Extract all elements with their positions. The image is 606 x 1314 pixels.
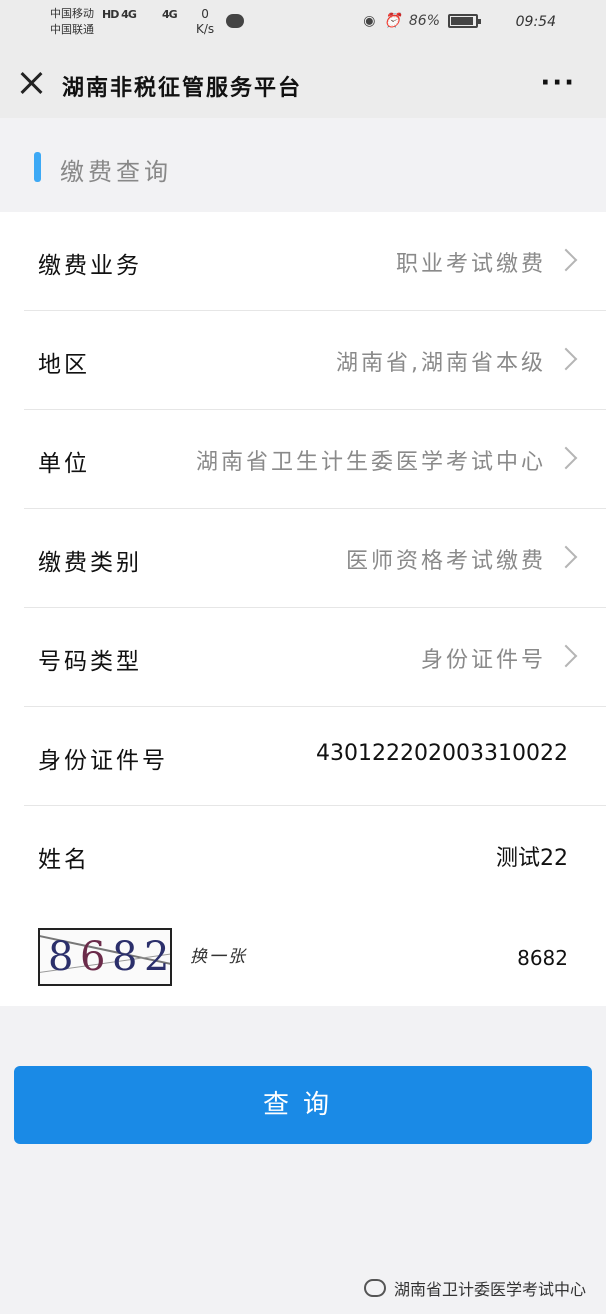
row-label: 缴费业务 [38, 253, 142, 279]
captcha-image[interactable]: 8 6 8 2 [38, 928, 172, 986]
row-value: 医师资格考试缴费 [345, 549, 546, 574]
battery-icon [448, 14, 481, 28]
row-value: 身份证件号 [420, 648, 546, 673]
row-id-number: 身份证件号 430122202003310022 [24, 707, 606, 806]
carrier-info: 中国移动 中国联通 [50, 6, 94, 38]
chevron-right-icon [554, 446, 578, 470]
nav-bar: 湖南非税征管服务平台 ··· [0, 48, 606, 118]
row-payment-category[interactable]: 缴费类别 医师资格考试缴费 [24, 509, 606, 608]
row-label: 姓名 [38, 847, 90, 873]
captcha-input[interactable]: 8682 [517, 946, 568, 970]
carrier-1: 中国移动 [50, 7, 94, 20]
status-icons: ◉ ⏰ 86% [363, 13, 481, 29]
query-button[interactable]: 查询 [14, 1066, 592, 1144]
chevron-right-icon [554, 347, 578, 371]
name-input[interactable]: 测试22 [496, 840, 568, 872]
row-label: 号码类型 [38, 649, 142, 675]
network-speed-value: 0 [201, 7, 209, 21]
clock: 09:54 [515, 14, 556, 30]
close-icon[interactable] [16, 68, 46, 98]
captcha-digit: 6 [80, 934, 106, 980]
row-label: 身份证件号 [38, 748, 168, 774]
chevron-right-icon [554, 644, 578, 668]
section-title: 缴费查询 [60, 158, 172, 186]
row-label: 缴费类别 [38, 550, 142, 576]
wechat-official-icon [363, 1279, 386, 1297]
row-name: 姓名 测试22 [24, 806, 606, 905]
signal-2-label: 4G [162, 8, 178, 21]
status-bar: 中国移动 中国联通 HD 4G 4G 0 K/s ◉ ⏰ 86% 09:54 [0, 0, 606, 48]
row-value: 湖南省卫生计生委医学考试中心 [195, 450, 546, 475]
row-region[interactable]: 地区 湖南省,湖南省本级 [24, 311, 606, 410]
section-accent-bar [34, 152, 41, 182]
row-payment-business[interactable]: 缴费业务 职业考试缴费 [24, 212, 606, 311]
row-unit[interactable]: 单位 湖南省卫生计生委医学考试中心 [24, 410, 606, 509]
chevron-right-icon [554, 248, 578, 272]
page-title: 湖南非税征管服务平台 [62, 76, 303, 101]
captcha-digit: 8 [48, 934, 74, 980]
captcha-digit: 2 [144, 934, 170, 980]
watermark: 湖南省卫计委医学考试中心 [363, 1276, 586, 1300]
signal-1-label: HD 4G [102, 8, 137, 21]
captcha-digit: 8 [112, 934, 138, 980]
refresh-captcha-link[interactable]: 换一张 [190, 942, 247, 967]
chevron-right-icon [554, 545, 578, 569]
section-header: 缴费查询 [0, 118, 606, 212]
row-value: 职业考试缴费 [395, 252, 546, 277]
row-value: 湖南省,湖南省本级 [336, 351, 546, 376]
id-number-input[interactable]: 430122202003310022 [316, 741, 568, 766]
row-id-type[interactable]: 号码类型 身份证件号 [24, 608, 606, 707]
more-menu-button[interactable]: ··· [540, 70, 576, 96]
watermark-text: 湖南省卫计委医学考试中心 [393, 1280, 586, 1299]
eye-icon: ◉ [363, 13, 376, 29]
alarm-icon: ⏰ [383, 13, 401, 29]
wechat-icon [226, 14, 244, 28]
network-speed-unit: K/s [196, 22, 215, 36]
row-label: 地区 [38, 352, 90, 378]
battery-percent: 86% [408, 13, 440, 29]
network-speed: 0 K/s [196, 7, 214, 37]
captcha-row: 8 6 8 2 换一张 8682 [24, 912, 606, 1006]
carrier-2: 中国联通 [50, 23, 94, 36]
query-form: 缴费业务 职业考试缴费 地区 湖南省,湖南省本级 单位 湖南省卫生计生委医学考试… [0, 212, 606, 1006]
row-label: 单位 [38, 451, 90, 477]
